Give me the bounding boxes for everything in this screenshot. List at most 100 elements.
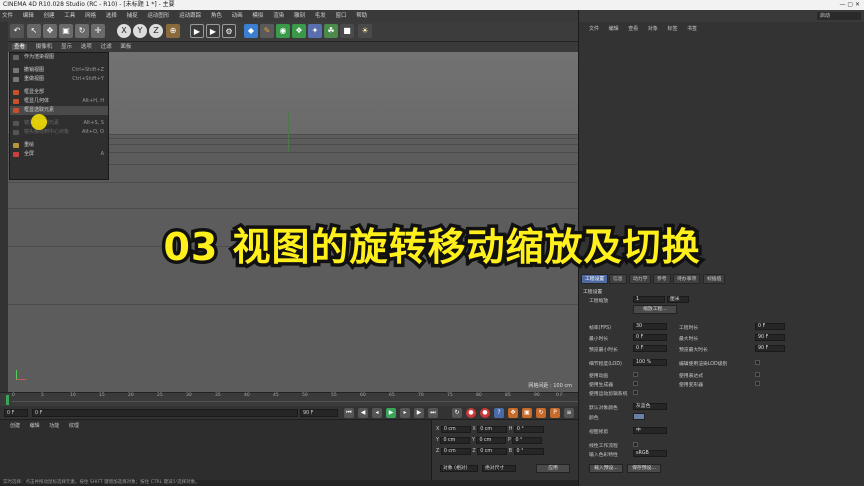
previous-frame-icon[interactable]: ◂	[372, 408, 382, 418]
menu-motion-tracking[interactable]: 运动跟踪	[179, 13, 201, 19]
fps-field[interactable]: 30	[633, 323, 667, 330]
play-icon[interactable]: ▶	[386, 408, 396, 418]
size-mode-select[interactable]: 绝对尺寸	[482, 465, 516, 472]
menu-item-redraw[interactable]: 重绘	[10, 141, 108, 150]
preview-max-time-field[interactable]: 90 F	[755, 345, 785, 352]
menu-select[interactable]: 选择	[106, 13, 117, 19]
timeline-playhead[interactable]	[6, 395, 9, 405]
window-controls[interactable]: — ▢ ✕	[839, 0, 860, 10]
use-deformers-checkbox[interactable]	[755, 381, 760, 386]
viewport-menu-camera[interactable]: 摄像机	[36, 44, 53, 50]
deformer-icon[interactable]: ✦	[308, 24, 322, 38]
mat-menu-create[interactable]: 创建	[10, 423, 20, 429]
coordinate-system-icon[interactable]: ⊕	[166, 24, 180, 38]
rot-b-field[interactable]: 0 °	[513, 448, 544, 455]
tab-todo[interactable]: 待办事项	[673, 274, 701, 284]
menu-item-undo-view[interactable]: 撤销视图 Ctrl+Shift+Z	[10, 66, 108, 75]
auto-key-icon[interactable]: ●	[480, 408, 490, 418]
project-units-select[interactable]: 厘米	[667, 296, 689, 303]
mat-menu-texture[interactable]: 纹理	[69, 423, 79, 429]
color-swatch[interactable]	[633, 413, 645, 420]
menu-item-redo-view[interactable]: 重做视图 Ctrl+Shift+Y	[10, 75, 108, 84]
mat-menu-function[interactable]: 功能	[49, 423, 59, 429]
lod-field[interactable]: 100 %	[633, 359, 667, 366]
use-animation-checkbox[interactable]	[633, 372, 638, 377]
rotate-icon[interactable]: ↻	[75, 24, 89, 38]
menu-file[interactable]: 文件	[2, 13, 13, 19]
om-menu-tags[interactable]: 标签	[667, 26, 677, 32]
om-menu-objects[interactable]: 对象	[648, 26, 658, 32]
camera-icon[interactable]: ■	[340, 24, 354, 38]
apply-button[interactable]: 应用	[536, 464, 570, 473]
viewport-menu-options[interactable]: 选项	[81, 44, 92, 50]
timeline-ruler[interactable]: 0 5 10 15 20 25 30 35 40 45 50 55 60 65 …	[0, 392, 578, 406]
project-scale-field[interactable]: 1	[633, 296, 665, 303]
use-generators-checkbox[interactable]	[633, 381, 638, 386]
save-preset-button[interactable]: 保存预设...	[627, 464, 661, 473]
cube-icon[interactable]: ◆	[244, 24, 258, 38]
pen-icon[interactable]: ✎	[260, 24, 274, 38]
tab-info[interactable]: 信息	[609, 274, 627, 284]
pos-z-field[interactable]: 0 cm	[440, 448, 471, 455]
rot-h-field[interactable]: 0 °	[513, 426, 544, 433]
position-key-icon[interactable]: ✥	[508, 408, 518, 418]
tab-project-settings[interactable]: 工程设置	[581, 274, 609, 284]
menu-mesh[interactable]: 网格	[85, 13, 96, 19]
viewport-menu-panel[interactable]: 面板	[120, 44, 131, 50]
max-time-field[interactable]: 90 F	[755, 334, 785, 341]
menu-character[interactable]: 角色	[211, 13, 222, 19]
menu-snap[interactable]: 捕捉	[127, 13, 138, 19]
use-motion-system-checkbox[interactable]	[633, 390, 638, 395]
end-frame-field[interactable]: 90 F	[300, 409, 338, 417]
go-to-start-icon[interactable]: ⏮	[344, 408, 354, 418]
scale-key-icon[interactable]: ▣	[522, 408, 532, 418]
scale-project-button[interactable]: 缩放工程...	[633, 305, 677, 314]
om-menu-file[interactable]: 文件	[589, 26, 599, 32]
load-preset-button[interactable]: 载入预设...	[589, 464, 623, 473]
timeline-options-icon[interactable]: ≡	[564, 408, 574, 418]
menu-tools[interactable]: 工具	[64, 13, 75, 19]
menu-window[interactable]: 窗口	[335, 13, 346, 19]
default-color-select[interactable]: 灰蓝色	[633, 403, 667, 410]
live-select-icon[interactable]: ↖	[27, 24, 41, 38]
rot-p-field[interactable]: 0 °	[512, 437, 543, 444]
z-axis-icon[interactable]: Z	[149, 24, 163, 38]
preview-range-slider[interactable]: 0 F	[32, 409, 298, 417]
om-menu-bookmarks[interactable]: 书签	[687, 26, 697, 32]
size-y-field[interactable]: 0 cm	[476, 437, 507, 444]
render-view-icon[interactable]: ▶	[190, 24, 204, 38]
layout-dropdown[interactable]: 启动	[817, 12, 861, 20]
menu-item-fullscreen[interactable]: 全屏 A	[10, 150, 108, 159]
om-menu-view[interactable]: 查看	[628, 26, 638, 32]
pos-x-field[interactable]: 0 cm	[440, 426, 471, 433]
menu-simulate[interactable]: 模拟	[252, 13, 263, 19]
next-key-icon[interactable]: ▶	[414, 408, 424, 418]
menu-item-frame-geometry[interactable]: 框显几何体 Alt+H, H	[10, 97, 108, 106]
rotation-key-icon[interactable]: ↻	[536, 408, 546, 418]
x-axis-icon[interactable]: X	[117, 24, 131, 38]
undo-icon[interactable]: ↶	[10, 24, 24, 38]
view-clipping-select[interactable]: 中	[633, 427, 667, 434]
coord-mode-select[interactable]: 对象 (相对)	[440, 465, 478, 472]
preview-min-time-field[interactable]: 0 F	[633, 345, 667, 352]
y-axis-icon[interactable]: Y	[133, 24, 147, 38]
input-color-profile-select[interactable]: sRGB	[633, 450, 667, 457]
mat-menu-edit[interactable]: 编辑	[30, 423, 40, 429]
menu-item-frame-selected[interactable]: 框显选取元素	[10, 106, 108, 115]
menu-mograph[interactable]: 运动图形	[147, 13, 169, 19]
menu-hair[interactable]: 毛发	[315, 13, 326, 19]
light-icon[interactable]: ☀	[358, 24, 372, 38]
menu-help[interactable]: 帮助	[356, 13, 367, 19]
scale-icon[interactable]: ▣	[59, 24, 73, 38]
array-icon[interactable]: ❖	[292, 24, 306, 38]
menu-edit[interactable]: 编辑	[23, 13, 34, 19]
size-z-field[interactable]: 0 cm	[477, 448, 508, 455]
menu-animate[interactable]: 动画	[232, 13, 243, 19]
menu-item-render-view[interactable]: 作为渲染视图	[10, 53, 108, 62]
loop-icon[interactable]: ↻	[452, 408, 462, 418]
pos-y-field[interactable]: 0 cm	[440, 437, 471, 444]
go-to-end-icon[interactable]: ⏭	[428, 408, 438, 418]
menu-sculpt[interactable]: 雕刻	[294, 13, 305, 19]
keyframe-selection-icon[interactable]: ?	[494, 408, 504, 418]
viewport-menu-display[interactable]: 显示	[61, 44, 72, 50]
